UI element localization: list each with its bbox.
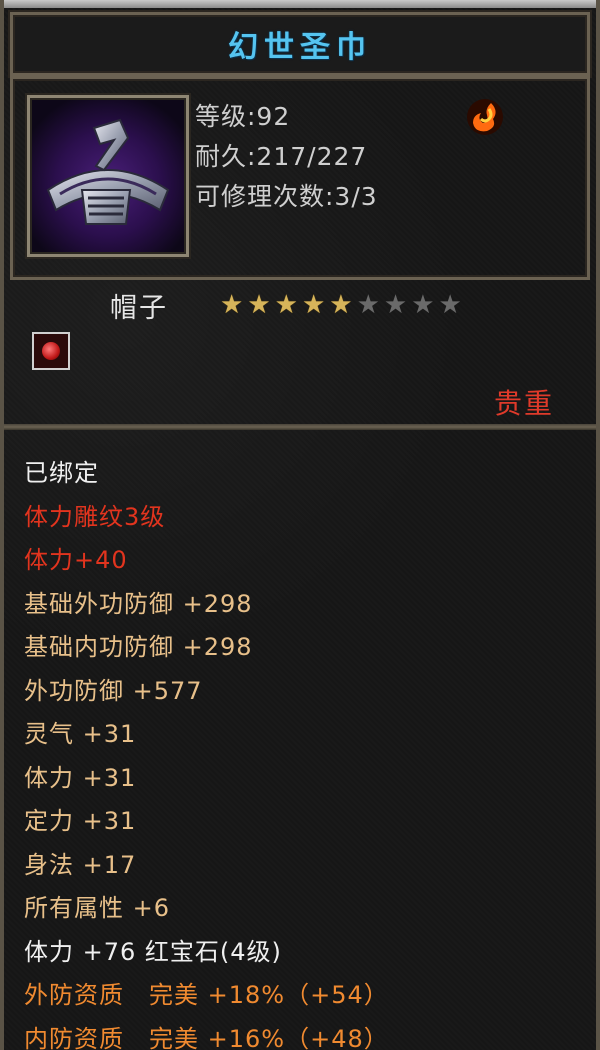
item-repair-count: 可修理次数:3/3 — [195, 182, 378, 211]
red-gem-icon[interactable] — [32, 332, 70, 370]
attribute-line: 所有属性 +6 — [24, 894, 171, 922]
star-filled-icon: ★ — [329, 290, 353, 320]
attribute-line: 已绑定 — [24, 459, 99, 487]
attribute-line: 定力 +31 — [24, 807, 137, 835]
attribute-line: 基础内功防御 +298 — [24, 633, 253, 661]
star-filled-icon: ★ — [301, 290, 326, 320]
item-level: 等级:92 — [195, 102, 291, 131]
item-info-frame: 等级:92 耐久:217/227 可修理次数:3/3 — [10, 76, 590, 280]
star-empty-icon: ★ — [438, 290, 462, 320]
rarity-label: 贵重 — [493, 387, 554, 420]
attribute-line: 体力 +76 红宝石(4级) — [24, 937, 282, 966]
star-empty-icon: ★ — [383, 290, 408, 320]
attribute-line: 身法 +17 — [24, 850, 137, 879]
attribute-line: 体力+40 — [24, 546, 128, 574]
attribute-line: 灵气 +31 — [24, 720, 137, 748]
attribute-list: 已绑定 体力雕纹3级 体力+40 基础外功防御 +298 基础内功防御 +298… — [24, 452, 389, 1050]
item-durability: 耐久:217/227 — [195, 142, 368, 171]
fire-icon — [465, 97, 505, 137]
item-type: 帽子 — [110, 293, 168, 324]
star-empty-icon: ★ — [356, 290, 380, 320]
attribute-line: 基础外功防御 +298 — [24, 589, 253, 618]
star-filled-icon: ★ — [274, 290, 298, 320]
attribute-line: 体力雕纹3级 — [24, 502, 166, 531]
item-tooltip: 幻世圣巾 等级:92 耐久:217/227 可修理次数:3/3 帽子 ★ ★ ★… — [0, 0, 600, 1050]
section-divider — [4, 424, 596, 430]
attribute-line: 体力 +31 — [24, 763, 137, 792]
star-filled-icon: ★ — [220, 290, 244, 320]
window-top-bar — [4, 0, 596, 8]
attribute-line: 内防资质 完美 +16%（+48） — [24, 1024, 389, 1050]
item-name: 幻世圣巾 — [228, 30, 372, 65]
attribute-line: 外防资质 完美 +18%（+54） — [24, 981, 389, 1009]
star-rating: ★ ★ ★ ★ ★ ★ ★ ★ ★ — [220, 292, 462, 318]
attribute-line: 外功防御 +577 — [24, 676, 203, 705]
star-empty-icon: ★ — [411, 290, 435, 320]
purple-headband-icon — [27, 95, 189, 257]
star-filled-icon: ★ — [247, 290, 271, 320]
title-frame: 幻世圣巾 — [10, 12, 590, 76]
